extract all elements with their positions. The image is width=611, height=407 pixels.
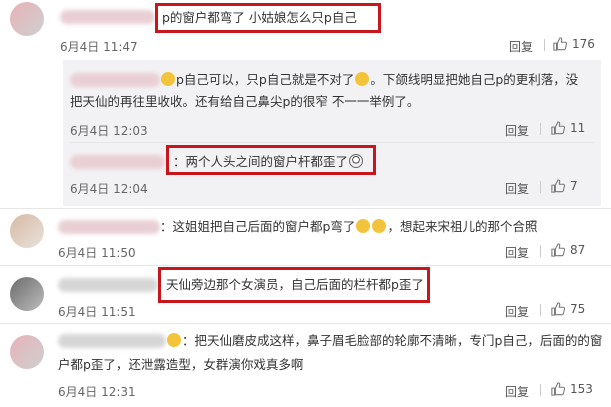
grin-emoji-icon (372, 219, 387, 233)
comment-date: 6月4日 11:50 (58, 246, 136, 260)
thumbs-up-icon (551, 243, 565, 257)
divider (0, 265, 611, 266)
divider (540, 304, 541, 316)
reply-date: 6月4日 12:03 (70, 124, 148, 138)
thumbs-up-icon (551, 382, 565, 396)
like-button[interactable]: 75 (551, 302, 585, 316)
grin-emoji-icon (161, 72, 175, 86)
divider (540, 384, 541, 396)
highlight-box (155, 3, 381, 33)
username-blurred[interactable] (70, 155, 165, 169)
like-button[interactable]: 7 (551, 179, 578, 193)
divider (0, 323, 611, 324)
like-button[interactable]: 153 (551, 382, 593, 396)
like-count: 153 (570, 382, 593, 396)
comment-date: 6月4日 11:51 (58, 305, 136, 319)
reply-button[interactable]: 回复 (505, 244, 529, 261)
like-button[interactable]: 11 (551, 121, 585, 135)
avatar[interactable] (10, 277, 44, 311)
like-count: 87 (570, 243, 586, 257)
reply-date: 6月4日 12:04 (70, 182, 148, 196)
reply-text-line2: 把天仙的再往里收收。还有给自己鼻尖p的很窄 不一一举例了。 (70, 94, 420, 109)
avatar[interactable] (10, 214, 44, 248)
username-blurred[interactable] (58, 278, 158, 292)
like-count: 11 (570, 121, 586, 135)
divider (540, 245, 541, 257)
reply-button[interactable]: 回复 (505, 303, 529, 320)
comment-text: ：这姐姐把自己后面的窗户都p弯了 ，想起来宋祖儿的那个合照 (160, 219, 538, 234)
grin-emoji-icon (355, 72, 370, 86)
reply-button[interactable]: 回复 (505, 180, 529, 197)
divider (0, 208, 611, 209)
like-button[interactable]: 87 (551, 243, 585, 257)
comment-date: 6月4日 11:47 (60, 40, 138, 54)
like-count: 176 (572, 37, 595, 51)
reply-button[interactable]: 回复 (509, 38, 533, 55)
avatar[interactable] (10, 335, 44, 369)
divider (540, 181, 541, 193)
like-count: 75 (570, 302, 586, 316)
thumbs-up-icon (551, 179, 565, 193)
divider (70, 142, 594, 143)
reply-button[interactable]: 回复 (505, 383, 529, 400)
comment-text: ：把天仙磨皮成这样，鼻子眉毛脸部的轮廓不清晰，专门p自己，后面的的窗 (166, 331, 602, 351)
grin-emoji-icon (356, 219, 371, 233)
like-count: 7 (570, 179, 578, 193)
avatar[interactable] (10, 2, 44, 36)
thumbs-up-icon (551, 302, 565, 316)
reply-text: p自己可以，只p自己就是不对了 。下颌线明显把她自己p的更利落，没 (160, 70, 578, 90)
username-blurred[interactable] (58, 220, 160, 234)
divider (540, 123, 541, 135)
like-button[interactable]: 176 (553, 37, 595, 51)
comment-text-line2: 户都p歪了，还泄露造型，女群演你戏真多啊 (58, 357, 304, 372)
comment-date: 6月4日 12:31 (58, 385, 136, 399)
highlight-box (166, 145, 376, 175)
username-blurred[interactable] (58, 334, 166, 348)
thumbs-up-icon (551, 121, 565, 135)
grin-emoji-icon (167, 333, 181, 347)
reply-button[interactable]: 回复 (505, 122, 529, 139)
highlight-box (158, 267, 430, 303)
divider (544, 39, 545, 51)
username-blurred[interactable] (70, 73, 160, 87)
username-blurred[interactable] (60, 10, 155, 24)
thumbs-up-icon (553, 37, 567, 51)
